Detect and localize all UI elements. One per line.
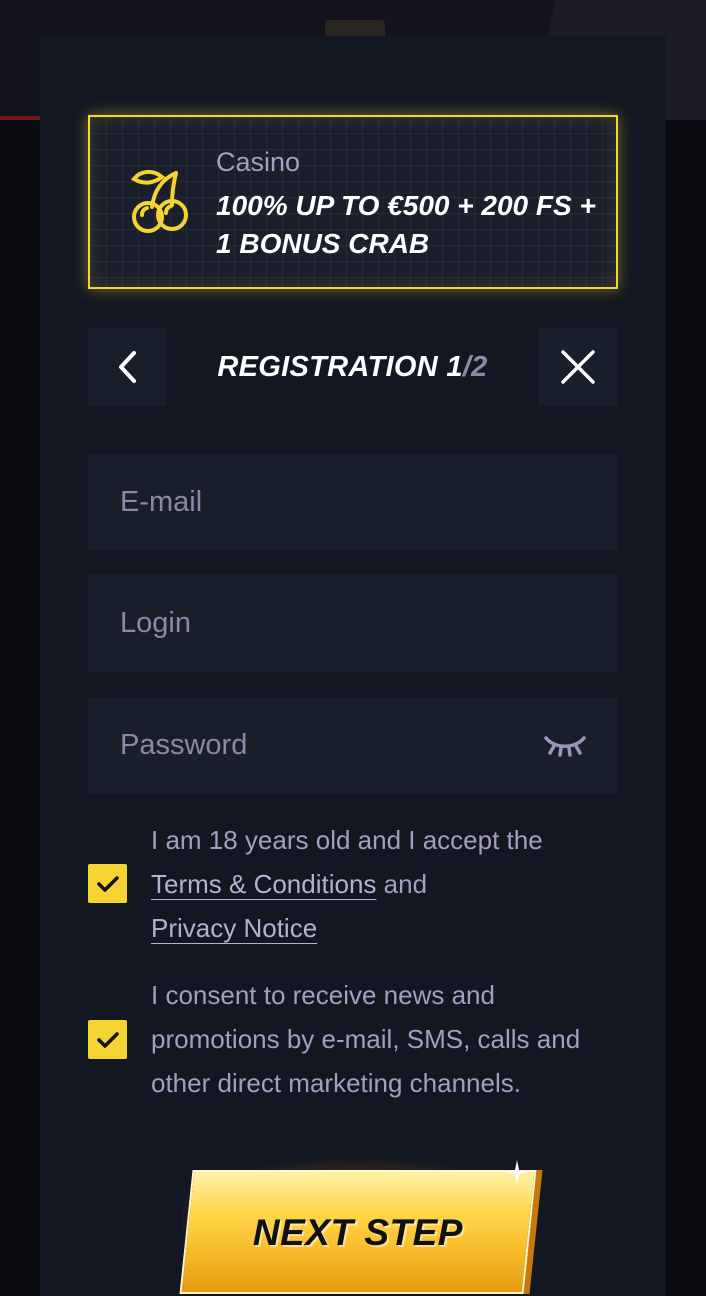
terms-prefix: I am 18 years old and I accept the bbox=[151, 825, 543, 855]
privacy-link[interactable]: Privacy Notice bbox=[151, 913, 317, 943]
eye-closed-icon[interactable] bbox=[543, 733, 587, 757]
password-input[interactable] bbox=[88, 697, 617, 794]
terms-consent-text: I am 18 years old and I accept the Terms… bbox=[151, 818, 626, 950]
email-field bbox=[88, 454, 617, 551]
login-field bbox=[88, 575, 617, 672]
registration-total: 2 bbox=[471, 350, 488, 383]
close-icon bbox=[561, 350, 595, 384]
terms-checkbox[interactable] bbox=[88, 864, 127, 903]
login-input[interactable] bbox=[88, 575, 617, 672]
email-input[interactable] bbox=[88, 454, 617, 551]
close-button[interactable] bbox=[539, 328, 617, 406]
next-step-button[interactable]: NEXT STEP bbox=[179, 1170, 537, 1294]
registration-step: REGISTRATION 1 bbox=[217, 350, 463, 383]
terms-link[interactable]: Terms & Conditions bbox=[151, 869, 376, 899]
promo-category: Casino bbox=[216, 147, 301, 177]
next-step-label: NEXT STEP bbox=[252, 1212, 463, 1253]
marketing-consent-row: I consent to receive news and promotions… bbox=[88, 973, 628, 1105]
promo-banner: Casino 100% UP TO €500 + 200 FS + 1 BONU… bbox=[88, 115, 618, 289]
chevron-left-icon bbox=[119, 351, 136, 383]
checkmark-icon bbox=[96, 875, 119, 892]
marketing-checkbox[interactable] bbox=[88, 1020, 127, 1059]
registration-title: REGISTRATION 1/2 bbox=[166, 328, 539, 406]
password-field bbox=[88, 697, 617, 794]
marketing-consent-text: I consent to receive news and promotions… bbox=[151, 980, 581, 1098]
terms-consent-row: I am 18 years old and I accept the Terms… bbox=[88, 818, 628, 950]
checkmark-icon bbox=[96, 1031, 119, 1048]
terms-and: and bbox=[383, 869, 428, 899]
promo-offer: 100% UP TO €500 + 200 FS + 1 BONUS CRAB bbox=[216, 190, 596, 259]
back-button[interactable] bbox=[88, 328, 166, 406]
cherry-icon bbox=[131, 170, 188, 233]
next-step-container: NEXT STEP bbox=[172, 1150, 552, 1294]
registration-separator: / bbox=[462, 350, 472, 383]
sparkle-icon bbox=[505, 1160, 529, 1184]
